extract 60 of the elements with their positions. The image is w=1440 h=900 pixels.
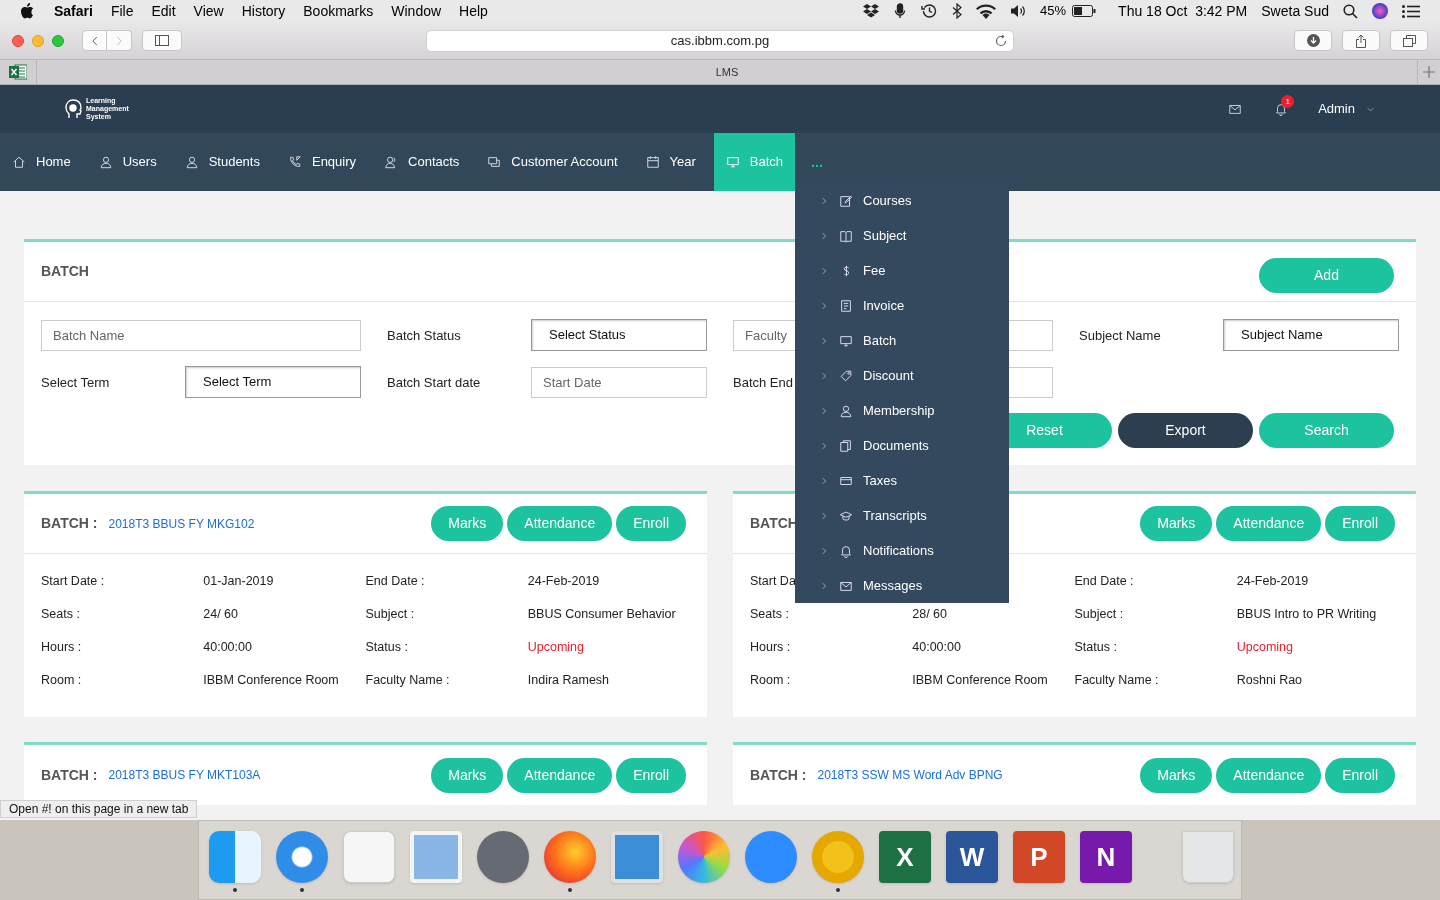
menu-label: Discount <box>863 366 914 385</box>
detail-value: BBUS Intro to PR Writing <box>1236 606 1378 623</box>
link-status-tooltip: Open #! on this page in a new tab <box>0 800 198 818</box>
batch-label: BATCH : <box>750 765 807 785</box>
menu-label: Subject <box>863 226 907 245</box>
menu-label: Invoice <box>863 296 905 315</box>
menu-label: Transcripts <box>863 506 927 525</box>
url-text: cas.ibbm.com.pg <box>670 32 770 51</box>
field-label: Batch End <box>733 375 793 390</box>
battery-percentage: 45% <box>1040 2 1067 21</box>
menu-label: Courses <box>863 191 912 210</box>
detail-value: BBUS Consumer Behavior <box>527 606 677 623</box>
detail-value: 24-Feb-2019 <box>527 573 601 590</box>
detail-value: IBBM Conference Room <box>203 672 340 689</box>
app-letter: P <box>1030 840 1048 874</box>
detail-label: Faculty Name : <box>1074 673 1159 687</box>
detail-label: Hours : <box>750 640 791 654</box>
detail-value: 24-Feb-2019 <box>1236 573 1310 590</box>
detail-value: 40:00:00 <box>912 639 962 656</box>
detail-label: Subject : <box>365 607 415 621</box>
field-label: Subject Name <box>1079 328 1161 343</box>
detail-label: End Date : <box>1074 574 1134 588</box>
menu-label: Fee <box>863 261 886 280</box>
detail-value: Upcoming <box>527 639 586 656</box>
menu-label: Messages <box>863 576 923 595</box>
detail-label: Room : <box>750 673 791 687</box>
detail-value: 40:00:00 <box>203 639 253 656</box>
detail-label: Start Date : <box>41 574 105 588</box>
detail-value: IBBM Conference Room <box>912 672 1049 689</box>
detail-label: Status : <box>365 640 408 654</box>
detail-label: Subject : <box>1074 607 1124 621</box>
detail-label: Seats : <box>41 607 80 621</box>
detail-value: 24/ 60 <box>203 606 239 623</box>
field-label: Select Term <box>41 375 110 390</box>
detail-value: Roshni Rao <box>1236 672 1304 689</box>
detail-value: 01-Jan-2019 <box>203 573 275 590</box>
detail-label: Start Da <box>750 574 796 588</box>
detail-value: 28/ 60 <box>912 606 948 623</box>
batch-label: BATCH : <box>41 765 98 785</box>
app-letter: X <box>896 840 914 874</box>
detail-value: Upcoming <box>1236 639 1295 656</box>
detail-label: Seats : <box>750 607 789 621</box>
menu-label: Batch <box>863 331 897 350</box>
detail-label: Faculty Name : <box>365 673 450 687</box>
detail-label: Hours : <box>41 640 82 654</box>
menu-label: Notifications <box>863 541 934 560</box>
batch-label: BATCH : <box>41 514 98 533</box>
app-letter: N <box>1096 840 1116 874</box>
menu-label: Documents <box>863 436 929 455</box>
notification-count: 1 <box>1281 95 1295 108</box>
field-label: Batch Status <box>387 328 461 343</box>
detail-label: Status : <box>1074 640 1117 654</box>
detail-value: Indira Ramesh <box>527 672 611 689</box>
field-label: Batch Start date <box>387 375 481 390</box>
detail-label: Room : <box>41 673 82 687</box>
panel-title: BATCH <box>41 262 89 281</box>
menu-label: Membership <box>863 401 935 420</box>
menu-label: Taxes <box>863 471 897 490</box>
detail-label: End Date : <box>365 574 425 588</box>
app-letter: W <box>959 840 985 874</box>
